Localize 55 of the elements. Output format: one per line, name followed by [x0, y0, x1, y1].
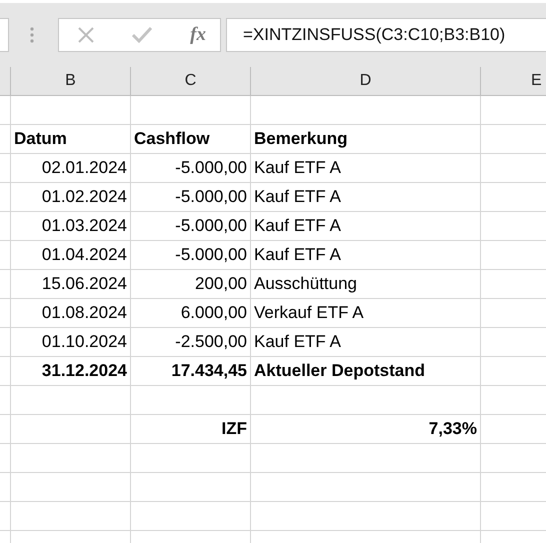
table-cell [0, 212, 11, 241]
table-cell [0, 154, 11, 183]
name-box[interactable] [0, 18, 9, 52]
table-cell: Kauf ETF A [251, 328, 481, 357]
table-cell: 200,00 [131, 270, 251, 299]
table-cell [0, 502, 11, 531]
cancel-icon[interactable] [78, 27, 94, 43]
table-cell: Kauf ETF A [251, 154, 481, 183]
table-cell: -5.000,00 [131, 154, 251, 183]
table-cell: 31.12.2024 [11, 357, 131, 386]
table-cell [0, 96, 11, 125]
table-cell: 01.08.2024 [11, 299, 131, 328]
table-cell: Ausschüttung [251, 270, 481, 299]
table-cell [0, 328, 11, 357]
column-header[interactable] [0, 67, 11, 96]
table-cell: 6.000,00 [131, 299, 251, 328]
table-cell [0, 444, 11, 473]
table-cell: Aktueller Depotstand [251, 357, 481, 386]
table-cell [0, 241, 11, 270]
table-cell: 7,33% [251, 415, 481, 444]
table-cell: -5.000,00 [131, 183, 251, 212]
drag-handle-icon[interactable] [30, 27, 34, 43]
table-cell [0, 415, 11, 444]
table-cell: Cashflow [131, 125, 251, 154]
table-cell: Kauf ETF A [251, 212, 481, 241]
table-cell: 02.01.2024 [11, 154, 131, 183]
table-cell: 01.03.2024 [11, 212, 131, 241]
table-cell: Kauf ETF A [251, 241, 481, 270]
table-cell: Bemerkung [251, 125, 481, 154]
table-cell [0, 125, 11, 154]
table-cell: -5.000,00 [131, 212, 251, 241]
table-cell [0, 473, 11, 502]
table-cell [0, 299, 11, 328]
table-cell [0, 270, 11, 299]
column-header[interactable]: E [481, 67, 546, 96]
table-cell: Verkauf ETF A [251, 299, 481, 328]
table-cell: Kauf ETF A [251, 183, 481, 212]
table-cell [0, 357, 11, 386]
insert-function-button[interactable]: fx [190, 24, 206, 46]
table-cell: 17.434,45 [131, 357, 251, 386]
table-cell: 01.02.2024 [11, 183, 131, 212]
table-cell: 15.06.2024 [11, 270, 131, 299]
table-cell: 01.10.2024 [11, 328, 131, 357]
column-header[interactable]: B [11, 67, 131, 96]
table-cell: Datum [11, 125, 131, 154]
column-header[interactable]: C [131, 67, 251, 96]
table-cell [0, 183, 11, 212]
table-cell [0, 386, 11, 415]
table-cell: 01.04.2024 [11, 241, 131, 270]
table-cell: -2.500,00 [131, 328, 251, 357]
column-header[interactable]: D [251, 67, 481, 96]
table-cell: -5.000,00 [131, 241, 251, 270]
table-cell: IZF [131, 415, 251, 444]
formula-field[interactable]: =XINTZINSFUSS(C3:C10;B3:B10) [226, 18, 546, 52]
checkmark-icon[interactable] [132, 27, 152, 43]
